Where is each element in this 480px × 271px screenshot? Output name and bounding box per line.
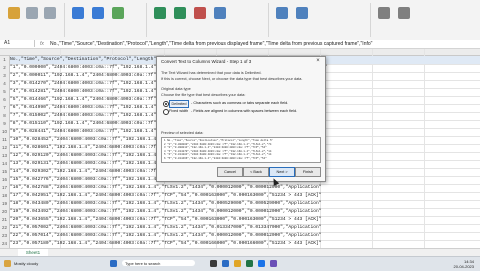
section-heading: Original data type: [161, 87, 191, 91]
formula-bar: A1 fx No.,"Time","Source","Destination",…: [0, 40, 480, 49]
taskbar-search[interactable]: Type here to search: [122, 260, 195, 266]
refresh-icon[interactable]: [112, 7, 124, 19]
text-to-columns-icon[interactable]: [154, 7, 166, 19]
paste-icon[interactable]: [8, 7, 20, 19]
file-explorer-icon[interactable]: [234, 260, 241, 267]
text-to-columns-dialog: Convert Text to Columns Wizard - Step 1 …: [156, 56, 326, 182]
edge-icon[interactable]: [222, 260, 229, 267]
cut-icon[interactable]: [26, 7, 38, 19]
close-icon[interactable]: ×: [314, 58, 322, 64]
data-tools-group: [148, 3, 269, 37]
flash-fill-icon[interactable]: [174, 7, 186, 19]
next-button[interactable]: Next >: [269, 167, 295, 177]
dialog-intro-2: If this is correct, choose Next, or choo…: [161, 77, 303, 81]
clock[interactable]: 14:34 20-04-2023: [454, 259, 474, 269]
sort-filter-group: [66, 3, 147, 37]
task-view-icon[interactable]: [210, 260, 217, 267]
excel-icon[interactable]: [246, 260, 253, 267]
weather-icon[interactable]: [4, 260, 11, 267]
data-validation-icon[interactable]: [214, 7, 226, 19]
dialog-title: Convert Text to Columns Wizard - Step 1 …: [161, 59, 252, 64]
finish-button[interactable]: Finish: [295, 167, 321, 177]
preview-line: 6 "5","0.014466","192.168.1.4","2404:680…: [164, 156, 267, 160]
fixed-width-option[interactable]: Fixed width: [169, 109, 188, 113]
forecast-icon[interactable]: [296, 7, 308, 19]
ribbon: [0, 0, 480, 41]
what-if-icon[interactable]: [276, 7, 288, 19]
preview-box[interactable]: 1 No.,"Time","Source","Destination","Pro…: [161, 137, 321, 163]
sort-icon[interactable]: [72, 7, 84, 19]
back-button[interactable]: < Back: [243, 167, 269, 177]
outline-group: [372, 3, 476, 37]
preview-title: Preview of selected data:: [161, 131, 204, 135]
remove-duplicates-icon[interactable]: [194, 7, 206, 19]
taskbar: Mostly cloudy Type here to search 14:34 …: [0, 256, 480, 271]
choose-label: Choose the file type that best describes…: [161, 93, 246, 97]
group-icon[interactable]: [378, 7, 390, 19]
windows-start-icon[interactable]: [110, 260, 117, 267]
delimited-description: - Characters such as commas or tabs sepa…: [191, 101, 289, 105]
table-row[interactable]: "23","0.057180","192.168.1.4","2404:6800…: [10, 240, 480, 248]
clock-date: 20-04-2023: [453, 264, 474, 269]
wireshark-icon[interactable]: [258, 260, 265, 267]
dialog-intro-1: The Text Wizard has determined that your…: [161, 71, 262, 75]
delimited-option[interactable]: Delimited: [169, 100, 189, 108]
column-header-row: [0, 49, 480, 56]
fx-icon[interactable]: fx: [40, 40, 44, 48]
row-header[interactable]: 24: [0, 240, 10, 248]
cancel-button[interactable]: Cancel: [217, 167, 243, 177]
fixed-width-description: - Fields are aligned in columns with spa…: [191, 109, 298, 113]
clipboard-group: [4, 3, 65, 37]
copy-icon[interactable]: [44, 7, 56, 19]
formula-input[interactable]: No.,"Time","Source","Destination","Proto…: [50, 40, 372, 48]
filter-icon[interactable]: [92, 7, 104, 19]
app-icon[interactable]: [270, 260, 277, 267]
name-box[interactable]: A1: [2, 40, 35, 47]
weather-text: Mostly cloudy: [14, 261, 39, 266]
ungroup-icon[interactable]: [398, 7, 410, 19]
forecast-group: [270, 3, 371, 37]
